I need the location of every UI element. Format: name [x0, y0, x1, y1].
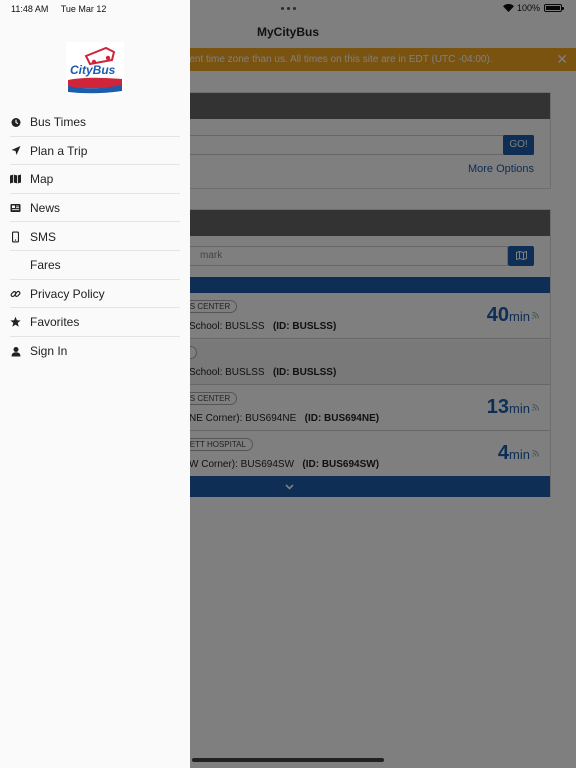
- menu-item-map[interactable]: Map: [0, 165, 190, 194]
- status-bar-left: 11:48 AM Tue Mar 12: [11, 4, 116, 14]
- menu-item-label: Plan a Trip: [30, 143, 88, 158]
- status-time: 11:48 AM: [11, 4, 49, 14]
- menu-item-fares[interactable]: Fares: [0, 251, 190, 280]
- map-icon: [10, 174, 21, 185]
- menu-item-favorites[interactable]: Favorites: [0, 308, 190, 337]
- menu-item-sms[interactable]: SMS: [0, 222, 190, 251]
- menu-item-news[interactable]: News: [0, 194, 190, 223]
- citybus-logo: CityBus: [66, 42, 124, 94]
- menu-item-privacy-policy[interactable]: Privacy Policy: [0, 280, 190, 309]
- menu-item-label: Fares: [30, 258, 61, 273]
- side-drawer: 11:48 AM Tue Mar 12 CityBus Bus Times Pl…: [0, 0, 190, 768]
- link-icon: [10, 288, 21, 299]
- drawer-menu: Bus Times Plan a Trip Map News SMS Fares…: [0, 108, 190, 365]
- status-date: Tue Mar 12: [60, 4, 107, 14]
- menu-item-label: Map: [30, 172, 54, 187]
- newspaper-icon: [10, 203, 21, 214]
- menu-item-label: Favorites: [30, 315, 80, 330]
- menu-item-label: Bus Times: [30, 115, 87, 130]
- menu-item-bus-times[interactable]: Bus Times: [0, 108, 190, 137]
- menu-item-plan-a-trip[interactable]: Plan a Trip: [0, 137, 190, 166]
- user-icon: [10, 346, 21, 357]
- menu-item-label: Sign In: [30, 344, 68, 359]
- menu-item-label: News: [30, 201, 61, 216]
- menu-item-sign-in[interactable]: Sign In: [0, 337, 190, 366]
- menu-item-label: SMS: [30, 229, 57, 244]
- menu-item-label: Privacy Policy: [30, 286, 105, 301]
- clock-icon: [10, 117, 21, 128]
- star-icon: [10, 317, 21, 328]
- svg-text:CityBus: CityBus: [70, 63, 116, 77]
- navigation-arrow-icon: [10, 145, 21, 156]
- mobile-phone-icon: [10, 231, 21, 243]
- home-indicator[interactable]: [192, 758, 384, 762]
